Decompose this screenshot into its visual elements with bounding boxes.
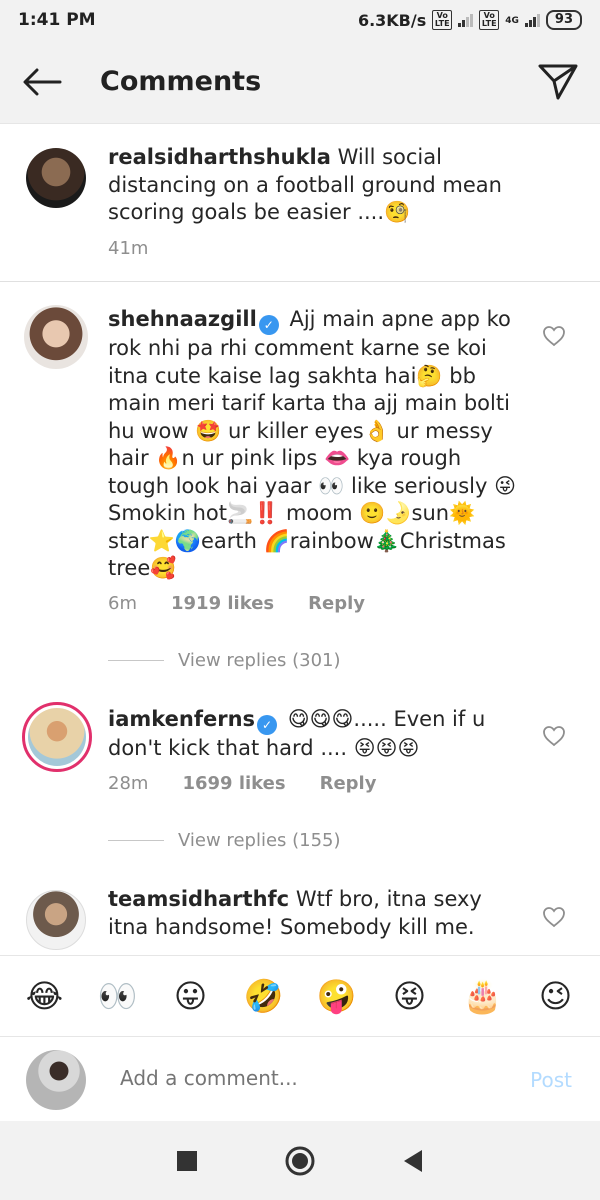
emoji-button[interactable]: 😛: [166, 976, 216, 1016]
volte-icon: Vo LTE: [432, 10, 453, 30]
verified-badge-icon: ✓: [257, 715, 278, 735]
likes-count[interactable]: 1919 likes: [171, 593, 274, 614]
comment-username[interactable]: realsidharthshukla: [108, 145, 331, 169]
emoji-quick-bar: 😂 👀 😛 🤣 🤪 😝 🎂 😉: [0, 955, 600, 1037]
post-button[interactable]: Post: [530, 1068, 572, 1092]
avatar[interactable]: [24, 305, 88, 369]
divider: [0, 281, 600, 282]
comment-text: iamkenferns ✓ 😋😋😋..... Even if u don't ki…: [108, 706, 523, 763]
signal-icon: [458, 13, 474, 27]
battery-icon: 93: [545, 10, 582, 30]
view-replies-button[interactable]: View replies (301): [108, 650, 341, 671]
header: Comments: [0, 40, 600, 124]
emoji-button[interactable]: 😝: [385, 976, 435, 1016]
add-comment-bar: Post: [0, 1038, 600, 1120]
current-user-avatar: [26, 1050, 86, 1110]
paper-plane-icon: [538, 64, 578, 99]
comment-text: shehnaazgill ✓ Ajj main apne app ko rok n…: [108, 306, 523, 583]
emoji-button[interactable]: 🤣: [239, 976, 289, 1016]
comment-text: teamsidharthfc Wtf bro, itna sexy itna h…: [108, 886, 523, 941]
reply-button[interactable]: Reply: [320, 773, 377, 794]
comment-body: Ajj main apne app ko rok nhi pa rhi comm…: [108, 307, 516, 580]
avatar[interactable]: [26, 890, 86, 950]
network-type: 4G: [505, 16, 519, 26]
avatar-image: [28, 708, 86, 766]
comment-username[interactable]: iamkenferns: [108, 707, 255, 731]
divider-line: [108, 660, 164, 661]
comment-meta: 41m: [108, 238, 148, 259]
back-nav-button[interactable]: [393, 1141, 433, 1181]
home-button[interactable]: [280, 1141, 320, 1181]
heart-icon[interactable]: [542, 906, 566, 928]
triangle-back-icon: [404, 1149, 423, 1172]
heart-icon[interactable]: [542, 725, 566, 747]
view-replies-label: View replies (301): [178, 650, 341, 671]
emoji-button[interactable]: 👀: [93, 976, 143, 1016]
comment-time: 28m: [108, 773, 149, 794]
status-bar: 1:41 PM 6.3KB/s Vo LTE Vo LTE 4G 93: [0, 0, 600, 40]
back-button[interactable]: [0, 40, 84, 124]
avatar[interactable]: [22, 702, 92, 772]
system-nav-bar: [0, 1121, 600, 1200]
likes-count[interactable]: 1699 likes: [182, 773, 285, 794]
divider-line: [108, 840, 164, 841]
comment-time: 6m: [108, 593, 137, 614]
heart-icon[interactable]: [542, 325, 566, 347]
comment-meta: 6m 1919 likes Reply: [108, 593, 365, 614]
view-replies-label: View replies (155): [178, 830, 341, 851]
square-icon: [176, 1150, 197, 1171]
emoji-button[interactable]: 😂: [20, 976, 70, 1016]
recents-button[interactable]: [167, 1141, 207, 1181]
home-circle-icon: [285, 1146, 315, 1175]
status-indicators: 6.3KB/s Vo LTE Vo LTE 4G 93: [358, 10, 582, 30]
emoji-button[interactable]: 😉: [531, 976, 581, 1016]
comment-username[interactable]: teamsidharthfc: [108, 887, 289, 911]
network-speed: 6.3KB/s: [357, 10, 427, 30]
emoji-button[interactable]: 🤪: [312, 976, 362, 1016]
comment-text: realsidharthshukla Will social distancin…: [108, 144, 523, 227]
share-button[interactable]: [516, 40, 600, 124]
comment-time: 41m: [108, 238, 149, 259]
view-replies-button[interactable]: View replies (155): [108, 830, 341, 851]
volte-icon: Vo LTE: [479, 10, 500, 30]
emoji-button[interactable]: 🎂: [458, 976, 508, 1016]
avatar[interactable]: [26, 148, 86, 208]
back-arrow-icon: [23, 68, 62, 95]
reply-button[interactable]: Reply: [308, 593, 365, 614]
comment-input[interactable]: [120, 1066, 480, 1090]
comment-username[interactable]: shehnaazgill: [108, 307, 257, 331]
comment-meta: 28m 1699 likes Reply: [108, 773, 376, 794]
verified-badge-icon: ✓: [258, 315, 279, 335]
status-time: 1:41 PM: [18, 10, 96, 30]
signal-icon: [524, 13, 540, 27]
page-title: Comments: [100, 66, 262, 97]
